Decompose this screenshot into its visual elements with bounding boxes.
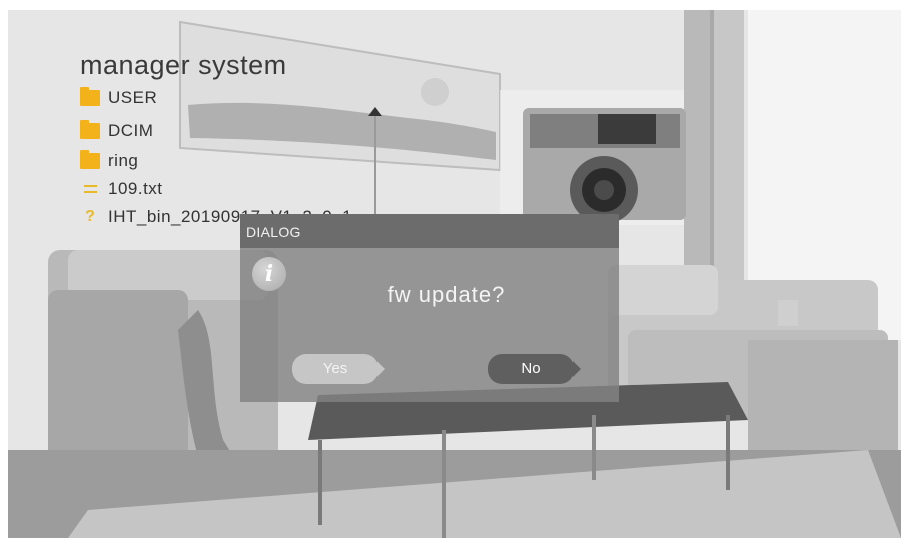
text-file-icon — [80, 181, 100, 197]
file-name: USER — [108, 88, 158, 107]
dialog-header: DIALOG — [240, 214, 619, 248]
dialog-message: fw update? — [387, 282, 506, 307]
no-button[interactable]: No — [488, 354, 581, 384]
file-name: 109.txt — [108, 179, 163, 198]
unknown-file-icon: ? — [85, 208, 95, 225]
display-frame: manager system USER DCIM ring 109.txt ? … — [8, 10, 901, 538]
file-name: ring — [108, 151, 139, 170]
folder-icon — [80, 150, 100, 169]
file-item-109-txt[interactable]: 109.txt — [80, 179, 163, 199]
screen: manager system USER DCIM ring 109.txt ? … — [0, 0, 912, 544]
page-title: manager system — [80, 50, 287, 80]
folder-icon — [80, 87, 100, 106]
file-item-ring[interactable]: ring — [80, 150, 139, 171]
file-item-user[interactable]: USER — [80, 87, 158, 108]
update-dialog: DIALOG i fw update? Yes No — [240, 214, 619, 402]
file-item-dcim[interactable]: DCIM — [80, 120, 154, 141]
file-name: DCIM — [108, 121, 154, 140]
yes-button[interactable]: Yes — [292, 354, 385, 384]
folder-icon — [80, 120, 100, 139]
